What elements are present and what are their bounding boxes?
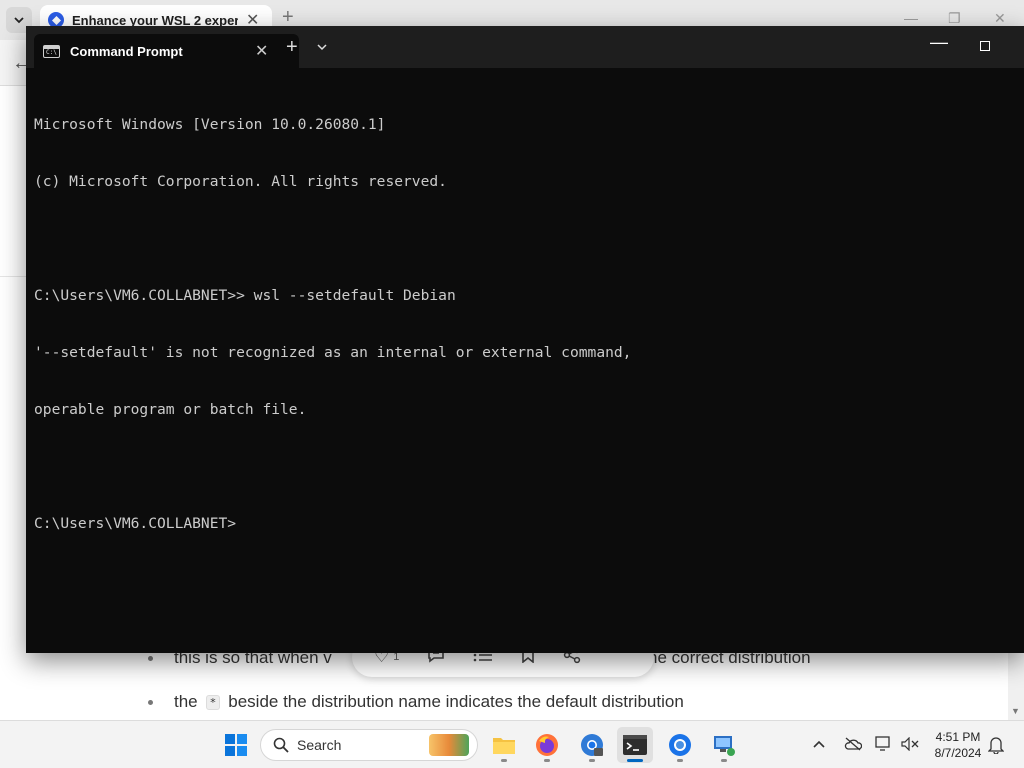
terminal-tab-title: Command Prompt (70, 43, 183, 59)
bullet-dot (148, 655, 153, 661)
firefox-button[interactable] (529, 727, 565, 763)
command-prompt-icon: C:\ (43, 44, 60, 58)
terminal-minimize-button[interactable]: — (930, 32, 948, 53)
inline-code: * (205, 694, 221, 710)
notification-bell-icon[interactable] (987, 736, 1005, 757)
running-indicator (544, 759, 550, 762)
firefox-icon (536, 734, 558, 756)
remote-desktop-icon (714, 736, 735, 756)
terminal-window[interactable]: C:\ Command Prompt ✕ + — Microsoft Windo… (26, 26, 1024, 653)
chrome-button[interactable] (662, 727, 698, 763)
windows-logo-icon (225, 734, 247, 756)
bullet-text: the (174, 692, 198, 711)
bullet-text: beside the distribution name indicates t… (228, 692, 684, 711)
clock-date: 8/7/2024 (934, 746, 982, 760)
chrome-remote-button[interactable] (574, 727, 610, 763)
list-item: the * beside the distribution name indic… (148, 692, 1008, 712)
running-indicator (721, 759, 727, 762)
terminal-line: (c) Microsoft Corporation. All rights re… (34, 173, 447, 190)
onedrive-offline-icon[interactable] (844, 737, 863, 754)
browser-restore-button[interactable]: ❐ (948, 10, 961, 27)
search-icon (273, 737, 289, 753)
terminal-line: C:\Users\VM6.COLLABNET>> wsl --setdefaul… (34, 287, 456, 304)
browser-minimize-button[interactable]: — (904, 10, 918, 26)
browser-close-button[interactable]: ✕ (994, 10, 1006, 27)
taskbar-search-box[interactable]: Search (260, 729, 478, 761)
active-indicator (627, 759, 643, 762)
running-indicator (677, 759, 683, 762)
taskbar: Search 4:51 PM 8/7/2024 (0, 720, 1024, 768)
volume-muted-icon[interactable] (901, 736, 919, 754)
bullet-dot (148, 699, 153, 705)
terminal-dropdown-icon[interactable] (317, 38, 327, 56)
search-label: Search (297, 737, 342, 753)
terminal-prompt-line[interactable]: C:\Users\VM6.COLLABNET> (34, 514, 1024, 533)
start-button[interactable] (218, 727, 254, 763)
running-indicator (501, 759, 507, 762)
terminal-tab-close-icon[interactable]: ✕ (255, 41, 268, 61)
remote-desktop-button[interactable] (706, 727, 742, 763)
terminal-line: '--setdefault' is not recognized as an i… (34, 344, 632, 361)
network-icon[interactable] (875, 736, 893, 755)
terminal-title-bar[interactable]: C:\ Command Prompt ✕ + — (26, 26, 1024, 68)
chrome-icon (581, 734, 603, 756)
terminal-tab[interactable]: C:\ Command Prompt ✕ (34, 34, 299, 68)
file-explorer-button[interactable] (486, 727, 522, 763)
terminal-line: Microsoft Windows [Version 10.0.26080.1] (34, 116, 386, 133)
terminal-icon (623, 735, 647, 755)
chevron-down-icon (14, 16, 24, 23)
scroll-down-arrow-icon[interactable]: ▼ (1011, 706, 1020, 716)
taskbar-clock[interactable]: 4:51 PM 8/7/2024 (928, 729, 988, 761)
clock-time: 4:51 PM (935, 730, 981, 744)
running-indicator (589, 759, 595, 762)
chrome-icon (669, 734, 691, 756)
terminal-line: operable program or batch file. (34, 401, 307, 418)
search-highlight-image (429, 734, 469, 756)
show-hidden-icons-chevron-icon[interactable] (813, 735, 825, 751)
terminal-taskbar-button[interactable] (617, 727, 653, 763)
terminal-maximize-button[interactable] (980, 41, 990, 51)
terminal-output[interactable]: Microsoft Windows [Version 10.0.26080.1]… (26, 68, 1024, 653)
folder-icon (493, 738, 515, 754)
terminal-new-tab-button[interactable]: + (286, 36, 298, 59)
